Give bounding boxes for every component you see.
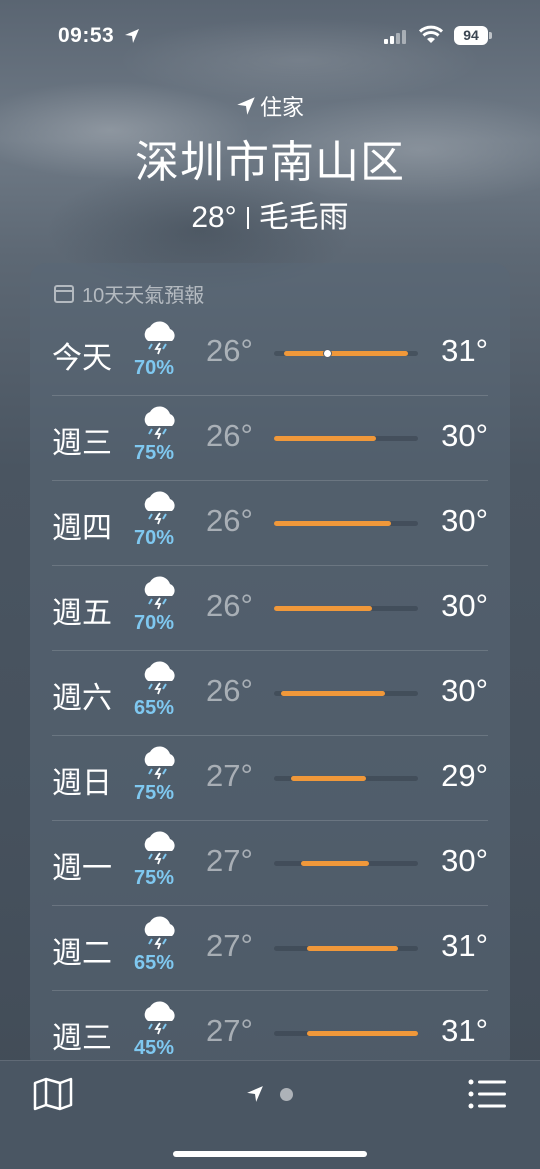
temp-range-bar	[274, 436, 377, 441]
precipitation-chance: 75%	[134, 782, 175, 804]
temp-range-track	[274, 349, 418, 358]
forecast-row[interactable]: 週一 75% 27° 30°	[30, 821, 510, 906]
low-temp: 26°	[206, 588, 253, 623]
precipitation-chance: 75%	[134, 867, 175, 889]
battery-tip	[489, 32, 492, 39]
temp-range-track	[274, 436, 418, 441]
forecast-row[interactable]: 週二 65% 27° 31°	[30, 906, 510, 991]
temp-range-bar	[281, 691, 385, 696]
forecast-day: 週二	[52, 937, 112, 970]
map-icon[interactable]	[32, 1077, 74, 1111]
current-condition: 毛毛雨	[258, 201, 349, 234]
precipitation-chance: 75%	[134, 442, 175, 464]
temp-range-track	[274, 776, 418, 781]
status-bar: 09:53 94	[0, 22, 540, 52]
current-temp: 28°	[191, 201, 237, 234]
precipitation-chance: 65%	[134, 952, 175, 974]
forecast-row[interactable]: 週三 75% 26° 30°	[30, 396, 510, 481]
high-temp: 29°	[441, 758, 488, 793]
precipitation-chance: 70%	[134, 357, 175, 379]
forecast-day: 週三	[52, 427, 112, 460]
low-temp: 27°	[206, 1013, 253, 1048]
temp-range-bar	[274, 521, 391, 526]
high-temp: 31°	[441, 1013, 488, 1048]
low-temp: 26°	[206, 673, 253, 708]
temp-range-bar	[274, 606, 372, 611]
temp-range-track	[274, 606, 418, 611]
high-temp: 30°	[441, 588, 488, 623]
low-temp: 26°	[206, 503, 253, 538]
thunderstorm-icon	[144, 661, 175, 695]
forecast-row[interactable]: 週六 65% 26° 30°	[30, 651, 510, 736]
cellular-signal-icon	[384, 28, 406, 44]
wifi-icon	[418, 25, 444, 43]
temp-range-bar	[284, 351, 408, 356]
temp-range-bar	[307, 946, 398, 951]
page-indicator-dot[interactable]	[280, 1088, 293, 1101]
precipitation-chance: 70%	[134, 527, 175, 549]
temp-range-track	[274, 946, 418, 951]
status-time: 09:53	[58, 24, 115, 47]
forecast-title-text: 10天天氣預報	[82, 285, 205, 307]
thunderstorm-icon	[144, 406, 175, 440]
home-indicator	[173, 1151, 367, 1157]
low-temp: 27°	[206, 758, 253, 793]
thunderstorm-icon	[144, 491, 175, 525]
thunderstorm-icon	[144, 916, 175, 950]
forecast-day: 週四	[52, 512, 112, 545]
ten-day-forecast-card[interactable]: 10天天氣預報 今天 70% 26° 31° 週三 75% 26° 30° 週四 70% 26° 30…	[30, 263, 510, 1073]
thunderstorm-icon	[144, 576, 175, 610]
home-location-row: 住家	[0, 90, 540, 122]
current-location-page-icon[interactable]	[246, 1085, 264, 1103]
forecast-row[interactable]: 今天 70% 26° 31°	[30, 311, 510, 396]
temp-range-track	[274, 691, 418, 696]
forecast-day: 週一	[52, 852, 112, 885]
high-temp: 30°	[441, 503, 488, 538]
low-temp: 26°	[206, 333, 253, 368]
forecast-row[interactable]: 週五 70% 26° 30°	[30, 566, 510, 651]
precipitation-chance: 45%	[134, 1037, 175, 1059]
divider	[246, 207, 249, 229]
low-temp: 26°	[206, 418, 253, 453]
temp-range-bar	[291, 776, 367, 781]
high-temp: 30°	[441, 418, 488, 453]
high-temp: 30°	[441, 673, 488, 708]
low-temp: 27°	[206, 843, 253, 878]
high-temp: 30°	[441, 843, 488, 878]
forecast-day: 週六	[52, 682, 112, 715]
low-temp: 27°	[206, 928, 253, 963]
thunderstorm-icon	[144, 1001, 175, 1035]
forecast-day: 週五	[52, 597, 112, 630]
forecast-row[interactable]: 週四 70% 26° 30°	[30, 481, 510, 566]
temp-range-track	[274, 521, 418, 526]
high-temp: 31°	[441, 333, 488, 368]
bottom-toolbar	[0, 1060, 540, 1169]
temp-range-bar	[307, 1031, 418, 1036]
high-temp: 31°	[441, 928, 488, 963]
location-header: 住家 深圳市南山区 28° 毛毛雨	[0, 90, 540, 236]
current-temp-marker	[322, 349, 332, 358]
thunderstorm-icon	[144, 831, 175, 865]
battery-icon: 94	[454, 26, 488, 45]
city-name: 深圳市南山区	[135, 138, 405, 187]
temp-range-track	[274, 861, 418, 866]
forecast-day: 週三	[52, 1022, 112, 1055]
temp-range-track	[274, 1031, 418, 1036]
forecast-day: 週日	[52, 767, 112, 800]
precipitation-chance: 70%	[134, 612, 175, 634]
city-list-icon[interactable]	[466, 1077, 508, 1111]
temp-range-bar	[301, 861, 370, 866]
forecast-day: 今天	[52, 342, 112, 375]
precipitation-chance: 65%	[134, 697, 175, 719]
forecast-row[interactable]: 週日 75% 27° 29°	[30, 736, 510, 821]
home-label: 住家	[259, 95, 304, 120]
location-arrow-icon	[237, 97, 255, 115]
calendar-icon	[54, 284, 74, 303]
thunderstorm-icon	[144, 746, 175, 780]
thunderstorm-icon	[144, 321, 175, 355]
location-arrow-icon	[125, 29, 139, 43]
current-weather: 28° 毛毛雨	[0, 192, 540, 236]
forecast-title: 10天天氣預報	[54, 279, 204, 308]
